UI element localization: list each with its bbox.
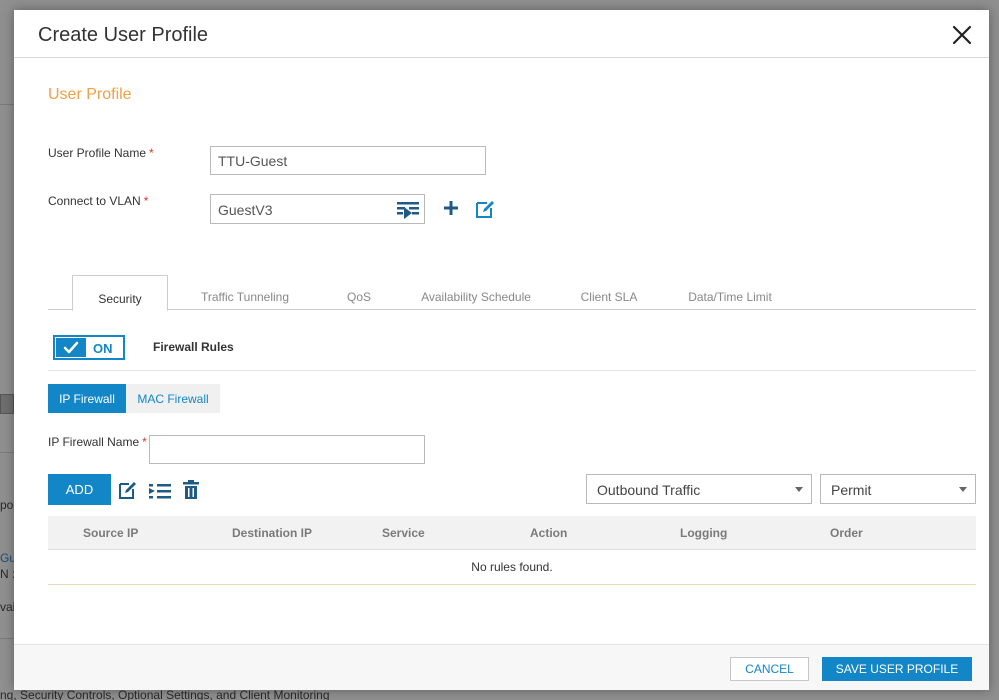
dialog-footer: CANCEL SAVE USER PROFILE [14, 644, 989, 690]
background-divider [0, 452, 14, 453]
profile-name-input[interactable] [210, 146, 486, 175]
add-button[interactable]: ADD [48, 474, 111, 505]
vlan-select[interactable]: GuestV3 [210, 194, 425, 224]
rule-action-value: Permit [831, 482, 872, 498]
plus-icon [444, 201, 458, 215]
cancel-button[interactable]: CANCEL [730, 657, 809, 681]
section-divider [48, 370, 976, 371]
firewall-rules-table-header: Source IP Destination IP Service Action … [48, 516, 976, 550]
background-divider [0, 638, 14, 639]
rule-action-dropdown[interactable]: Permit [820, 474, 976, 504]
column-source-ip[interactable]: Source IP [83, 526, 138, 540]
chevron-down-icon [795, 487, 803, 492]
dialog-header: Create User Profile [14, 10, 989, 58]
vlan-picker-icon [397, 202, 419, 219]
chevron-down-icon [959, 487, 967, 492]
subtab-mac-firewall[interactable]: MAC Firewall [126, 384, 220, 413]
ip-firewall-name-input[interactable] [149, 435, 425, 464]
column-destination-ip[interactable]: Destination IP [232, 526, 312, 540]
toggle-knob [56, 338, 86, 357]
required-mark: * [149, 146, 154, 160]
close-button[interactable] [951, 24, 973, 46]
firewall-rules-label: Firewall Rules [153, 340, 234, 354]
traffic-direction-dropdown[interactable]: Outbound Traffic [586, 474, 812, 504]
tab-availability-schedule[interactable]: Availability Schedule [408, 275, 544, 310]
traffic-direction-value: Outbound Traffic [597, 482, 701, 498]
edit-vlan-button[interactable] [475, 199, 497, 219]
reorder-rules-button[interactable] [148, 480, 172, 500]
dialog-title: Create User Profile [38, 24, 209, 46]
column-action[interactable]: Action [530, 526, 567, 540]
vlan-value: GuestV3 [218, 202, 273, 218]
save-user-profile-button[interactable]: SAVE USER PROFILE [822, 657, 972, 681]
create-user-profile-dialog: Create User Profile User Profile User Pr… [14, 10, 989, 690]
profile-name-label: User Profile Name * [48, 146, 154, 160]
column-service[interactable]: Service [382, 526, 425, 540]
vlan-label-text: Connect to VLAN [48, 194, 141, 208]
ip-firewall-name-label-text: IP Firewall Name [48, 435, 140, 449]
background-divider [0, 104, 14, 105]
required-mark: * [142, 435, 147, 449]
required-mark: * [143, 194, 149, 208]
edit-rule-button[interactable] [118, 480, 138, 500]
tab-client-sla[interactable]: Client SLA [563, 275, 655, 310]
tab-qos[interactable]: QoS [331, 275, 387, 310]
profile-tabs: Security Traffic Tunneling QoS Availabil… [48, 275, 976, 311]
section-title: User Profile [48, 86, 132, 103]
reorder-icon [149, 484, 171, 499]
close-icon [952, 25, 972, 45]
table-empty-message: No rules found. [471, 560, 553, 574]
add-vlan-button[interactable] [442, 199, 460, 217]
checkmark-icon [63, 341, 79, 354]
tab-traffic-tunneling[interactable]: Traffic Tunneling [185, 275, 305, 310]
profile-name-label-text: User Profile Name [48, 146, 147, 160]
table-bottom-border [48, 584, 976, 585]
column-logging[interactable]: Logging [680, 526, 727, 540]
vlan-picker-button[interactable] [396, 199, 420, 221]
delete-rule-button[interactable] [182, 480, 200, 500]
subtab-ip-firewall[interactable]: IP Firewall [48, 384, 126, 413]
background-control [0, 394, 14, 414]
tab-data-time-limit[interactable]: Data/Time Limit [670, 275, 790, 310]
background-text: po [0, 498, 14, 512]
vlan-label: Connect to VLAN * [48, 194, 148, 208]
column-order[interactable]: Order [830, 526, 863, 540]
tab-security[interactable]: Security [72, 275, 168, 311]
toggle-label: ON [93, 341, 113, 356]
trash-icon [183, 480, 199, 499]
edit-icon [119, 482, 136, 499]
firewall-rules-toggle[interactable]: ON [53, 335, 125, 360]
ip-firewall-name-label: IP Firewall Name * [48, 435, 147, 449]
edit-icon [476, 201, 494, 218]
